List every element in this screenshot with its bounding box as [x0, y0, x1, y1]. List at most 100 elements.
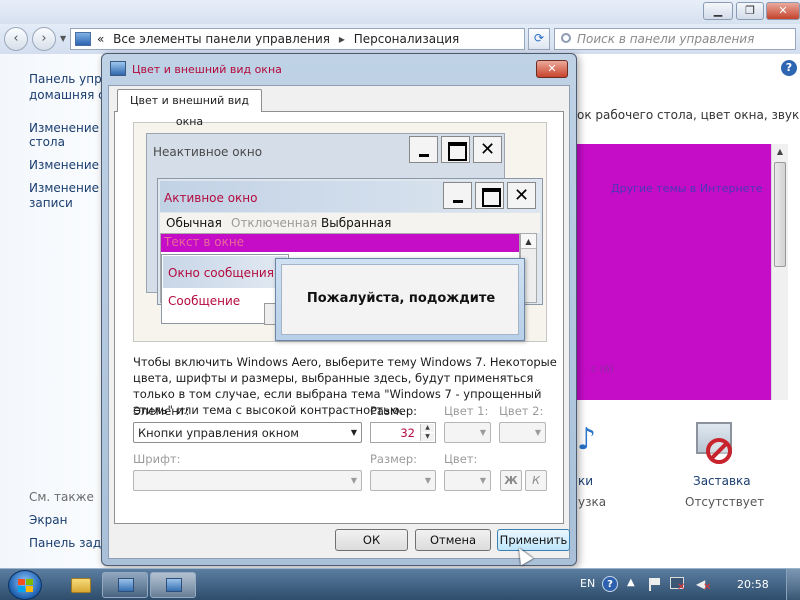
- menu-item-selected[interactable]: Выбранная: [321, 216, 391, 230]
- online-themes-link[interactable]: Другие темы в Интернете: [611, 182, 763, 195]
- sound-icon[interactable]: ♪: [577, 422, 596, 457]
- stepper-buttons: ▲ ▼: [420, 424, 434, 441]
- cancel-button[interactable]: Отмена: [415, 529, 491, 551]
- bold-button[interactable]: Ж: [500, 470, 522, 491]
- search-input[interactable]: Поиск в панели управления: [554, 28, 796, 50]
- inactive-window-title: Неактивное окно: [153, 145, 263, 159]
- sounds-label[interactable]: ки: [578, 474, 593, 488]
- breadcrumb: « Все элементы панели управления ▸ Персо…: [97, 32, 459, 46]
- ok-button[interactable]: ОК: [335, 529, 408, 551]
- chevron-down-icon: ▼: [479, 428, 486, 437]
- window-color-icon: [166, 578, 182, 592]
- color2-picker[interactable]: ▼: [499, 422, 546, 443]
- volume-muted-icon: ✕: [703, 582, 712, 593]
- screensaver-label[interactable]: Заставка: [693, 474, 751, 488]
- sidebar-link-display[interactable]: Экран: [29, 513, 67, 528]
- element-select-value: Кнопки управления окном: [138, 426, 299, 440]
- help-icon[interactable]: ?: [602, 576, 618, 592]
- maximize-icon: [441, 136, 470, 163]
- theme-group-label: с (6): [591, 364, 614, 375]
- please-wait-message: Пожалуйста, подождите: [306, 291, 496, 306]
- breadcrumb-separator[interactable]: ▸: [339, 32, 345, 46]
- back-button[interactable]: ‹: [4, 27, 28, 51]
- tab-window-color[interactable]: Цвет и внешний вид окна: [117, 89, 262, 128]
- size-value: 32: [400, 426, 415, 440]
- screensaver-value: Отсутствует: [685, 495, 765, 509]
- theme-list[interactable]: Другие темы в Интернете с (6): [577, 144, 771, 400]
- italic-button[interactable]: К: [525, 470, 547, 491]
- decrement-icon[interactable]: ▼: [421, 433, 434, 441]
- scroll-up-arrow[interactable]: ▲: [772, 144, 788, 160]
- clock[interactable]: 20:58: [737, 578, 769, 591]
- see-also-heading: См. также: [29, 490, 94, 504]
- element-select[interactable]: Кнопки управления окном ▼: [133, 422, 362, 443]
- font-color-label: Цвет:: [444, 452, 478, 466]
- dialog-close-button[interactable]: ✕: [536, 60, 568, 78]
- forward-button[interactable]: ›: [32, 27, 56, 51]
- maximize-button[interactable]: ❐: [736, 2, 764, 20]
- chevron-down-icon: ▼: [424, 476, 431, 485]
- chevron-down-icon: ▼: [350, 428, 357, 437]
- message-box-preview[interactable]: Окно сообщения Сообщение: [161, 254, 290, 325]
- active-window-title: Активное окно: [164, 191, 258, 205]
- taskbar-item-window-color[interactable]: [150, 572, 196, 598]
- menu-item-disabled[interactable]: Отключенная: [231, 216, 317, 230]
- screensaver-icon[interactable]: [692, 420, 738, 466]
- window-titlebar[interactable]: ▁ ❐ ✕: [0, 0, 800, 24]
- sidebar-link-account-picture[interactable]: Изменение р: [29, 181, 110, 196]
- sidebar-link-home[interactable]: Панель упра: [29, 72, 109, 87]
- window-text-label: Текст в окне: [164, 235, 245, 249]
- font-select[interactable]: ▼: [133, 470, 362, 491]
- breadcrumb-overflow[interactable]: «: [97, 32, 104, 46]
- help-icon[interactable]: ?: [781, 60, 797, 76]
- font-size-select[interactable]: ▼: [370, 470, 436, 491]
- address-bar[interactable]: « Все элементы панели управления ▸ Персо…: [70, 28, 587, 50]
- folder-icon: [71, 578, 91, 593]
- aero-info-text: Чтобы включить Windows Aero, выберите те…: [133, 355, 557, 417]
- message-box-title: Окно сообщения: [168, 266, 274, 280]
- recent-pages-dropdown[interactable]: ▼: [60, 34, 66, 43]
- taskbar-explorer-button[interactable]: [64, 572, 98, 598]
- search-placeholder: Поиск в панели управления: [577, 32, 755, 46]
- active-window-titlebar[interactable]: Активное окно ✕: [160, 181, 540, 212]
- maximize-icon: [475, 182, 504, 209]
- message-box-text: Сообщение: [168, 294, 241, 308]
- size-stepper[interactable]: 32 ▲ ▼: [370, 422, 436, 443]
- minimize-button[interactable]: ▁: [703, 2, 733, 20]
- language-indicator[interactable]: EN: [580, 577, 595, 590]
- sidebar-link-desktop-icons[interactable]: Изменение з: [29, 121, 109, 136]
- start-button[interactable]: [8, 570, 42, 600]
- breadcrumb-personalization[interactable]: Персонализация: [354, 32, 460, 46]
- windows-logo-icon: [18, 586, 25, 592]
- breadcrumb-all-items[interactable]: Все элементы панели управления: [113, 32, 330, 46]
- font-color-picker[interactable]: ▼: [444, 470, 491, 491]
- none-icon: [706, 438, 732, 464]
- sidebar: Панель упра домашняя стра Изменение з ст…: [0, 54, 127, 568]
- show-hidden-icons-icon[interactable]: ▲: [627, 577, 635, 588]
- windows-logo-icon: [26, 586, 33, 592]
- selected-text-row: Текст в окне: [161, 234, 519, 252]
- menu-item-normal[interactable]: Обычная: [166, 216, 222, 230]
- message-box-titlebar[interactable]: Окно сообщения: [163, 256, 287, 288]
- scroll-up-arrow[interactable]: ▲: [521, 234, 536, 249]
- scroll-thumb[interactable]: [774, 162, 786, 267]
- refresh-button[interactable]: ⟳: [528, 28, 550, 50]
- increment-icon[interactable]: ▲: [421, 424, 434, 432]
- show-desktop-button[interactable]: [786, 569, 800, 600]
- windows-logo-icon: [18, 579, 25, 585]
- action-center-icon[interactable]: [649, 578, 661, 591]
- please-wait-dialog: Пожалуйста, подождите: [275, 258, 525, 341]
- chevron-down-icon: ▼: [534, 428, 541, 437]
- taskbar-item-control-panel[interactable]: [102, 572, 148, 598]
- windows-logo-icon: [26, 579, 33, 585]
- close-button[interactable]: ✕: [766, 2, 800, 20]
- color1-picker[interactable]: ▼: [444, 422, 491, 443]
- sidebar-link-mouse-pointers[interactable]: Изменение у: [29, 158, 110, 173]
- minimize-icon: [443, 182, 472, 209]
- menu-preview[interactable]: Обычная Отключенная Выбранная: [160, 213, 540, 233]
- theme-list-scrollbar[interactable]: ▲: [771, 144, 788, 400]
- sidebar-link-desktop-icons-cont[interactable]: стола: [29, 135, 65, 150]
- sidebar-link-account-picture-cont[interactable]: записи: [29, 196, 73, 211]
- close-icon: ✕: [507, 182, 536, 209]
- apply-button[interactable]: Применить: [497, 529, 570, 551]
